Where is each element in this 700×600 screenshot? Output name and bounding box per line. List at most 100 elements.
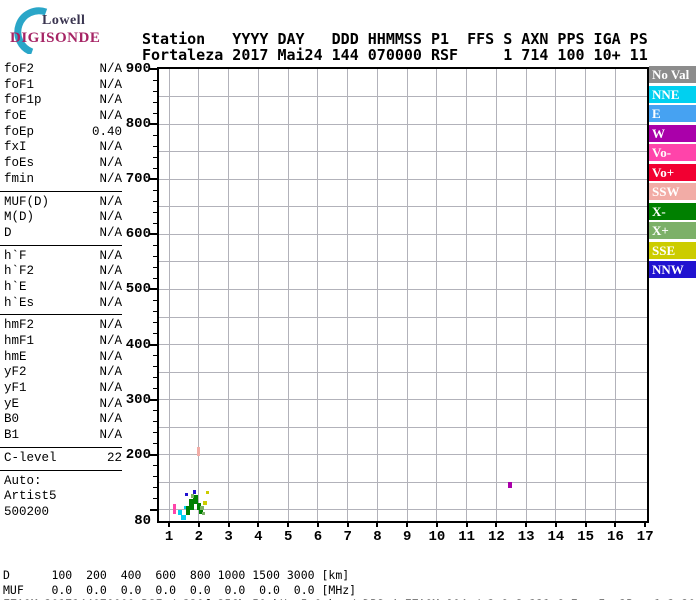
y-axis-minor-tick [153,145,157,147]
y-axis-major-tick [150,233,157,236]
direction-color-legend: No Val NNE E W Vo- Vo+ SSW X- X+ SSE NNW [649,66,697,281]
param-label: yF1 [4,381,27,396]
y-axis-label: 200 [125,446,151,463]
param-row: hmF1 N/A [4,334,122,350]
gridline-horizontal [159,316,647,318]
y-axis-minor-tick [153,377,157,379]
x-axis-tick [287,521,290,527]
gridline-vertical [257,69,259,521]
gridline-horizontal [159,481,647,483]
param-label: h`F [4,248,27,263]
y-axis-minor-tick [153,90,157,92]
x-axis-tick [257,521,260,527]
x-axis-label: 10 [428,529,446,545]
param-value: N/A [99,156,122,171]
x-axis-label: 5 [283,529,293,545]
autoscaling-info-text: Artist5 [4,489,57,504]
x-axis-label: 8 [373,529,382,545]
legend-item-vo-: Vo- [649,144,696,161]
separator-line [0,469,122,471]
measurement-header: Station YYYY DAY DDD HHMMSS P1 FFS S AXN… [142,31,648,63]
echo-point-sse [202,501,207,506]
y-axis-label: 300 [125,391,151,408]
gridline-horizontal [159,454,647,456]
x-axis-label: 7 [343,529,352,545]
gridline-vertical [525,69,527,521]
param-label: B0 [4,412,20,427]
echo-point-x [201,512,205,516]
y-axis-minor-tick [153,200,157,202]
gridline-vertical [495,69,497,521]
gridline-vertical [376,69,378,521]
param-value: N/A [99,428,122,443]
file-info-footer: FZAOM_2017144070000.RSF / 320fx256h 50 k… [3,597,695,600]
separator-line [0,446,122,448]
param-row: foF1 N/A [4,78,122,94]
y-axis-major-tick [150,68,157,70]
param-value: N/A [99,295,122,310]
gridline-horizontal [159,371,647,373]
x-axis-tick [465,521,468,527]
y-axis-major-tick [150,508,157,511]
plot-canvas: 900 800 700 600 500 400 300 200 80 1 2 3 4 5 6 7 8 9 10 11 1… [126,61,654,545]
separator-line [0,314,122,316]
y-axis-minor-tick [153,101,157,103]
gridline-vertical [585,69,587,521]
lowell-digisonde-logo: Lowell DIGISONDE [2,6,132,56]
y-axis-minor-tick [153,244,157,246]
y-axis-label: 80 [134,513,151,529]
param-row: foEp 0.40 [4,125,122,141]
autoscaling-info-line: Auto: [4,474,122,490]
param-label: h`Es [4,295,35,310]
param-row: fxI N/A [4,140,122,156]
param-label: M(D) [4,210,35,225]
y-axis-minor-tick [153,277,157,279]
param-label: D [4,225,12,240]
d-muf-table: D 100 200 400 600 800 1000 1500 3000 [km… [3,568,356,598]
gridline-vertical [614,69,616,521]
param-row: hmE N/A [4,350,122,366]
y-axis-minor-tick [153,465,157,467]
autoscaling-info-line: 500200 [4,505,122,521]
param-label: B1 [4,428,20,443]
param-row: foF1p N/A [4,93,122,109]
y-axis-minor-tick [153,222,157,224]
legend-item-x+: X+ [649,222,696,239]
param-value: N/A [99,194,122,209]
echo-point-sse [206,491,210,495]
x-axis-tick [197,521,200,527]
y-axis-minor-tick [153,266,157,268]
y-axis-major-tick [150,398,157,401]
x-axis-label: 4 [254,529,263,545]
legend-item-noval: No Val [649,66,696,83]
gridline-horizontal [159,261,647,263]
echo-point-nnw [185,493,189,497]
param-row: h`F N/A [4,249,122,265]
param-label: yF2 [4,365,27,380]
y-axis-minor-tick [153,487,157,489]
param-row: yF2 N/A [4,365,122,381]
param-label: foF2 [4,62,35,76]
gridline-vertical [168,69,170,521]
separator-line [0,190,122,192]
gridline-vertical [406,69,408,521]
logo-text-lowell: Lowell [42,13,86,28]
gridline-horizontal [159,123,647,125]
gridline-horizontal [159,233,647,235]
y-axis-minor-tick [153,421,157,423]
param-row: D N/A [4,226,122,242]
param-row: B1 N/A [4,428,122,444]
muf-row: MUF 0.0 0.0 0.0 0.0 0.0 0.0 0.0 0.0 [MHz… [3,582,357,597]
x-axis-tick [346,521,349,527]
y-axis-minor-tick [153,211,157,213]
y-axis-label: 900 [125,61,151,77]
echo-point-nnw [192,490,196,495]
y-axis-minor-tick [153,167,157,169]
echo-point-ssw [197,447,201,457]
param-label: foEp [4,124,35,139]
x-axis-tick [614,521,617,527]
param-label: h`F2 [4,264,35,279]
x-axis-label: 16 [607,529,624,545]
param-row: foE N/A [4,109,122,125]
param-row: yE N/A [4,397,122,413]
